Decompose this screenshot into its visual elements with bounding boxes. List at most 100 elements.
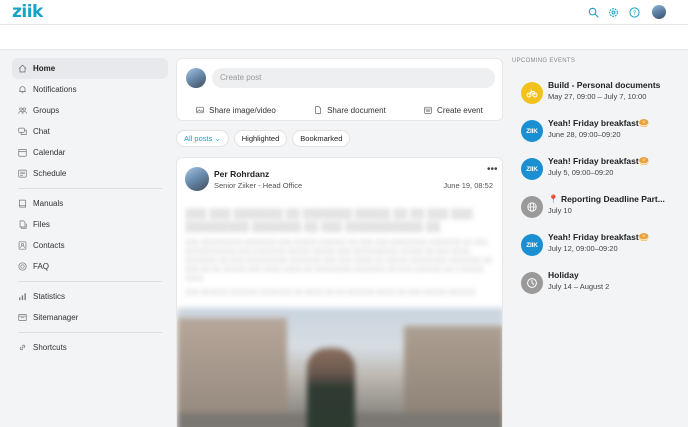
event-title[interactable]: Holiday (548, 270, 579, 280)
sidebar-item-schedule[interactable]: Schedule (12, 163, 168, 184)
share-image-button[interactable]: Share image/video (196, 102, 276, 118)
event-title[interactable]: Build - Personal documents (548, 80, 660, 90)
event-title[interactable]: Yeah! Friday breakfast🥯 (548, 156, 649, 167)
sidebar-item-label: Files (33, 220, 50, 229)
ziik-icon: ZIIK (521, 234, 543, 256)
manual-icon (18, 199, 27, 208)
sidebar-item-label: Chat (33, 127, 50, 136)
sidebar-item-calendar[interactable]: Calendar (12, 142, 168, 163)
sidebar-nav: Home Notifications Groups Chat Calendar Sched… (12, 58, 168, 358)
event-icon (424, 106, 432, 114)
composer-actions: Share image/video Share document Create … (177, 102, 502, 118)
help-icon[interactable]: ? (629, 7, 640, 18)
contacts-icon (18, 241, 27, 250)
faq-icon (18, 262, 27, 271)
svg-text:?: ? (633, 9, 636, 17)
post-author[interactable]: Per Rohrdanz (214, 169, 269, 179)
feed-post: Per Rohrdanz Senior Ziiker - Head Office… (176, 157, 503, 427)
chat-icon (18, 127, 27, 136)
create-post-input[interactable]: Create post (212, 68, 495, 88)
event-item[interactable]: 📍 Reporting Deadline Part... July 10 (512, 193, 682, 231)
sidebar-item-label: Manuals (33, 199, 64, 208)
bike-icon (521, 82, 543, 104)
ziik-icon: ZIIK (521, 158, 543, 180)
event-item[interactable]: ZIIK Yeah! Friday breakfast🥯 July 5, 09:00… (512, 155, 682, 193)
sidebar-item-label: Shortcuts (33, 343, 67, 352)
create-event-button[interactable]: Create event (424, 102, 483, 118)
event-time: July 14 – August 2 (548, 282, 610, 291)
sidebar-item-statistics[interactable]: Statistics (12, 286, 168, 307)
sitemanager-icon (18, 313, 27, 322)
bell-icon (18, 85, 27, 94)
filter-bookmarked[interactable]: Bookmarked (292, 130, 351, 147)
filter-all-posts[interactable]: All posts ⌄ (176, 130, 229, 147)
groups-icon (18, 106, 27, 115)
sidebar-item-label: Schedule (33, 169, 67, 178)
top-bar: ziik ? (0, 0, 688, 25)
document-icon (314, 106, 322, 114)
clock-icon (521, 272, 543, 294)
event-time: May 27, 09:00 – July 7, 10:00 (548, 92, 647, 101)
chevron-down-icon: ⌄ (214, 134, 221, 143)
globe-icon (521, 196, 543, 218)
sidebar-divider (18, 188, 162, 189)
sidebar-item-label: Sitemanager (33, 313, 79, 322)
search-icon[interactable] (588, 7, 599, 18)
sidebar-item-chat[interactable]: Chat (12, 121, 168, 142)
event-title[interactable]: Yeah! Friday breakfast🥯 (548, 118, 649, 129)
blurred-post-title: ░░░ ░░░ ░░░░░░░ ░░ ░░░░░░░ ░░░░░ ░░ ░░ ░… (185, 209, 473, 233)
post-date: June 19, 08:52 (443, 181, 493, 190)
event-item[interactable]: Holiday July 14 – August 2 (512, 269, 682, 307)
blurred-post-body: ░░░ ░░░░░░░░░ ░░░░░░░ ░░░ ░░░░░ ░░░░░░ ░… (185, 239, 493, 282)
sidebar-item-manuals[interactable]: Manuals (12, 193, 168, 214)
more-options-icon[interactable]: ••• (487, 164, 498, 175)
link-icon (18, 343, 27, 352)
sidebar-item-contacts[interactable]: Contacts (12, 235, 168, 256)
event-title[interactable]: Yeah! Friday breakfast🥯 (548, 232, 649, 243)
image-icon (196, 106, 204, 114)
post-image[interactable] (177, 308, 502, 427)
sidebar-item-label: Home (33, 64, 56, 73)
post-composer: Create post Share image/video Share docu… (176, 58, 503, 121)
filter-highlighted[interactable]: Highlighted (233, 130, 288, 147)
sidebar-item-label: Statistics (33, 292, 66, 301)
event-time: July 5, 09:00–09:20 (548, 168, 614, 177)
ziik-icon: ZIIK (521, 120, 543, 142)
event-time: June 28, 09:00–09:20 (548, 130, 621, 139)
event-time: July 12, 09:00–09:20 (548, 244, 618, 253)
share-image-label: Share image/video (209, 105, 276, 115)
sidebar-divider (18, 332, 162, 333)
sidebar-item-sitemanager[interactable]: Sitemanager (12, 307, 168, 328)
gear-icon[interactable] (608, 7, 619, 18)
event-title[interactable]: 📍 Reporting Deadline Part... (548, 194, 665, 205)
sidebar-item-home[interactable]: Home (12, 58, 168, 79)
home-icon (18, 64, 27, 73)
sidebar-item-label: Calendar (33, 148, 66, 157)
sidebar-item-shortcuts[interactable]: Shortcuts (12, 337, 168, 358)
event-time: July 10 (548, 206, 572, 215)
sidebar-item-notifications[interactable]: Notifications (12, 79, 168, 100)
sidebar-item-label: Notifications (33, 85, 77, 94)
sidebar-item-label: FAQ (33, 262, 50, 271)
composer-avatar (186, 68, 206, 88)
sub-header (0, 25, 688, 50)
upcoming-events: UPCOMING EVENTS Build - Personal documen… (512, 58, 682, 307)
author-avatar[interactable] (185, 167, 209, 191)
event-list: Build - Personal documents May 27, 09:00 … (512, 79, 682, 307)
sidebar-item-files[interactable]: Files (12, 214, 168, 235)
sidebar-item-faq[interactable]: FAQ (12, 256, 168, 277)
schedule-icon (18, 169, 27, 178)
user-avatar[interactable] (652, 5, 666, 19)
events-heading: UPCOMING EVENTS (512, 58, 576, 64)
share-document-button[interactable]: Share document (314, 102, 386, 118)
files-icon (18, 220, 27, 229)
event-item[interactable]: Build - Personal documents May 27, 09:00 … (512, 79, 682, 117)
event-item[interactable]: ZIIK Yeah! Friday breakfast🥯 July 12, 09:0… (512, 231, 682, 269)
blurred-post-footer: ░░░ ░░░░░░ ░░░░░░ ░░░░░░░ ░░ ░░░░ ░░ ░░ … (185, 289, 476, 296)
sidebar-item-groups[interactable]: Groups (12, 100, 168, 121)
calendar-icon (18, 148, 27, 157)
event-item[interactable]: ZIIK Yeah! Friday breakfast🥯 June 28, 09:0… (512, 117, 682, 155)
ziik-logo[interactable]: ziik (12, 2, 43, 22)
sidebar-divider (18, 281, 162, 282)
sidebar-item-label: Groups (33, 106, 60, 115)
